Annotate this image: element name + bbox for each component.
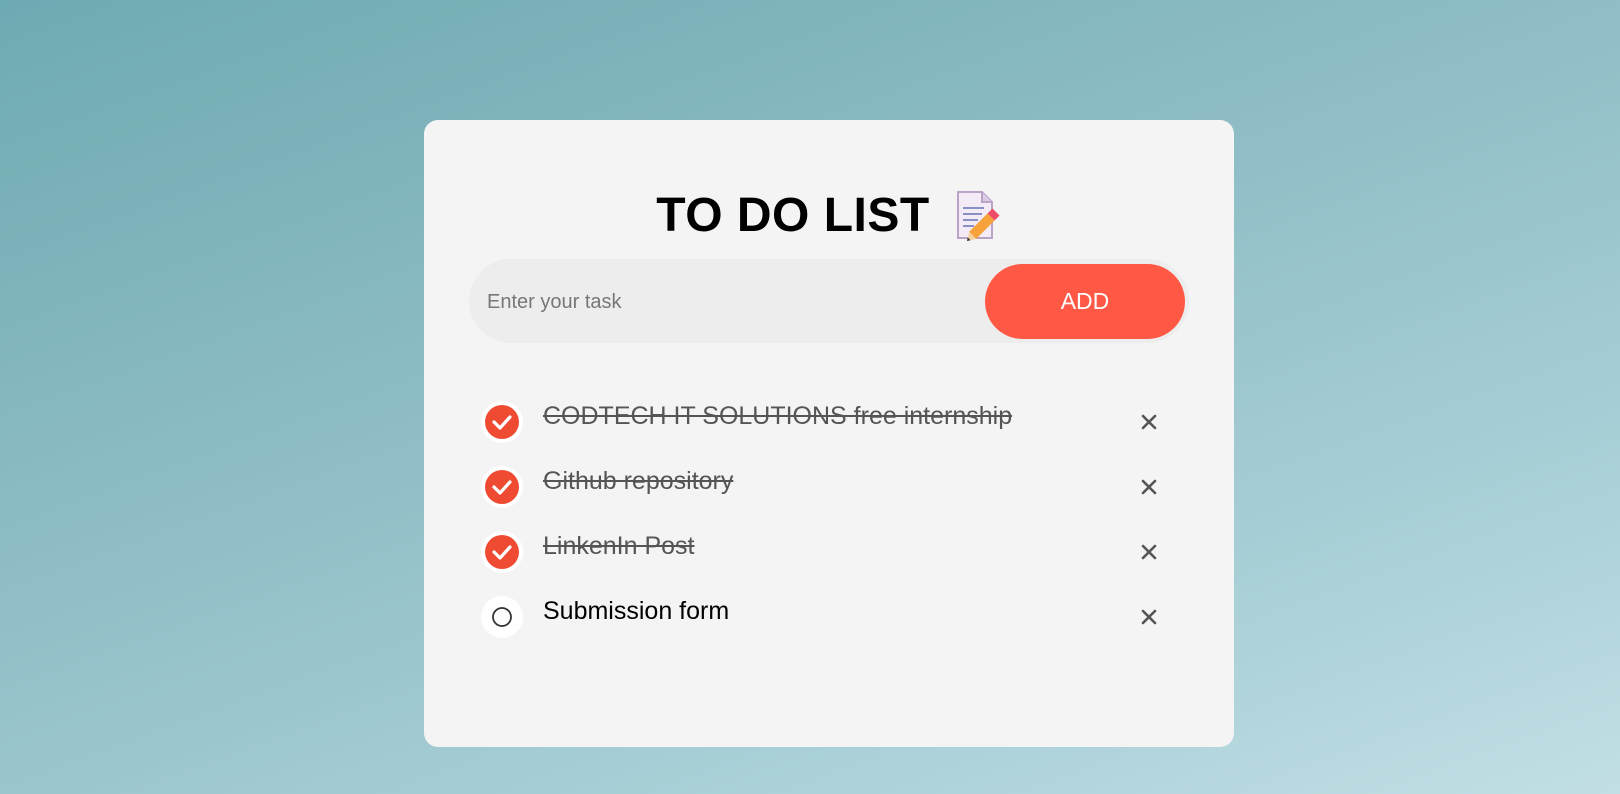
list-item[interactable]: CODTECH IT SOLUTIONS free internship bbox=[481, 398, 1181, 463]
list-item[interactable]: Github repository bbox=[481, 463, 1181, 528]
close-icon[interactable] bbox=[1133, 406, 1165, 438]
task-text[interactable]: Submission form bbox=[543, 597, 729, 626]
unchecked-icon[interactable] bbox=[481, 596, 523, 638]
add-button[interactable]: ADD bbox=[985, 264, 1185, 339]
list-item[interactable]: Submission form bbox=[481, 593, 1181, 658]
checked-icon[interactable] bbox=[481, 531, 523, 573]
close-icon[interactable] bbox=[1133, 536, 1165, 568]
memo-pencil-icon bbox=[954, 190, 1002, 242]
task-text[interactable]: LinkenIn Post bbox=[543, 532, 695, 561]
page-title: TO DO LIST bbox=[656, 189, 930, 242]
header: TO DO LIST bbox=[424, 188, 1234, 243]
checked-icon[interactable] bbox=[481, 401, 523, 443]
close-icon[interactable] bbox=[1133, 601, 1165, 633]
close-icon[interactable] bbox=[1133, 471, 1165, 503]
task-list: CODTECH IT SOLUTIONS free internship Git… bbox=[481, 398, 1181, 658]
todo-card: TO DO LIST ADD CODT bbox=[424, 120, 1234, 747]
task-input-row: ADD bbox=[469, 259, 1189, 345]
task-text[interactable]: Github repository bbox=[543, 467, 733, 496]
checked-icon[interactable] bbox=[481, 466, 523, 508]
task-input[interactable] bbox=[485, 259, 969, 345]
list-item[interactable]: LinkenIn Post bbox=[481, 528, 1181, 593]
task-text[interactable]: CODTECH IT SOLUTIONS free internship bbox=[543, 402, 1012, 431]
